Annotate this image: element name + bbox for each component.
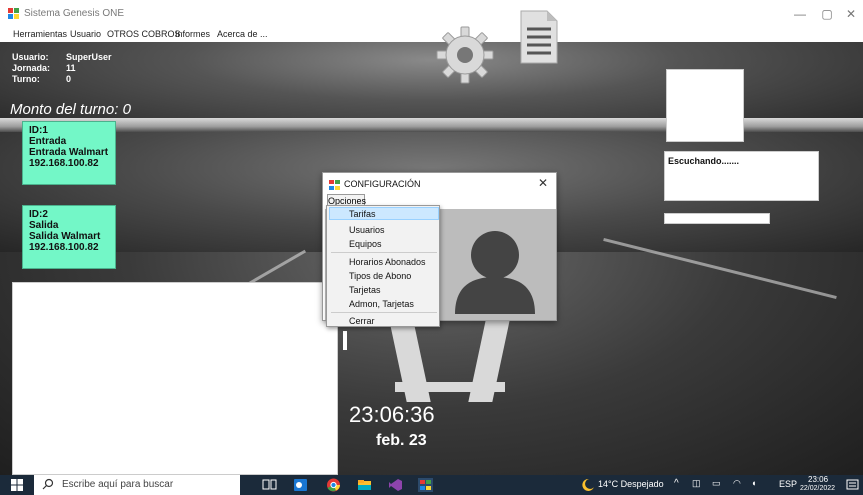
device-type: Entrada (29, 136, 67, 147)
maximize-button[interactable]: ▢ (816, 6, 838, 22)
taskbar-date[interactable]: 22/02/2022 (800, 485, 835, 492)
turno-label: Turno: (12, 74, 40, 84)
taskbar-time[interactable]: 23:06 (808, 475, 828, 484)
close-button[interactable]: ✕ (840, 6, 862, 22)
network-icon[interactable]: ◫ (692, 478, 701, 489)
dropdown-highlight (329, 207, 439, 220)
menu-acerca-de[interactable]: Acerca de ... (217, 29, 268, 39)
outlook-icon[interactable] (293, 478, 308, 492)
menu-item-equipos[interactable]: Equipos (349, 239, 382, 249)
weather-moon-icon (582, 478, 594, 491)
battery-icon[interactable]: ▭ (712, 478, 721, 489)
device-id: ID:1 (29, 125, 48, 136)
menu-informes[interactable]: Informes (175, 29, 210, 39)
title-bar: Sistema Genesis ONE — ▢ ✕ (0, 0, 863, 28)
menu-item-cerrar[interactable]: Cerrar (349, 316, 375, 326)
device-card-entrada[interactable]: ID:1 Entrada Entrada Walmart 192.168.100… (22, 121, 116, 185)
parking-line (395, 382, 505, 392)
document-icon[interactable] (519, 9, 559, 65)
menu-herramientas[interactable]: Herramientas (13, 29, 67, 39)
menu-item-tarifas[interactable]: Tarifas (349, 209, 376, 219)
menu-separator (331, 252, 437, 253)
taskbar: Escribe aquí para buscar 14°C Despejado … (0, 475, 863, 495)
device-name: Salida Walmart (29, 231, 101, 242)
jornada-label: Jornada: (12, 63, 51, 73)
gear-icon[interactable] (435, 25, 495, 85)
device-ip: 192.168.100.82 (29, 242, 99, 253)
user-avatar-icon (455, 231, 535, 314)
wifi-icon[interactable]: ◠ (733, 478, 741, 489)
minimize-button[interactable]: — (789, 6, 811, 22)
language-indicator[interactable]: ESP (779, 479, 797, 489)
usuario-value: SuperUser (66, 52, 112, 62)
jornada-value: 11 (66, 63, 76, 73)
menu-separator (331, 312, 437, 313)
monto-turno: Monto del turno: 0 (10, 101, 131, 118)
weather-text[interactable]: 14°C Despejado (598, 479, 664, 489)
device-ip: 192.168.100.82 (29, 158, 99, 169)
menu-item-tarjetas[interactable]: Tarjetas (349, 285, 381, 295)
status-bar-panel (664, 213, 770, 224)
chrome-icon[interactable] (326, 478, 341, 492)
device-type: Salida (29, 220, 59, 231)
usuario-label: Usuario: (12, 52, 49, 62)
menu-item-admon-tarjetas[interactable]: Admon, Tarjetas (349, 299, 414, 309)
cursor-bar (343, 331, 347, 350)
turno-value: 0 (66, 74, 72, 84)
listener-status: Escuchando....... (668, 156, 740, 166)
windows-start-icon[interactable] (11, 479, 23, 491)
dialog-close-button[interactable]: ✕ (538, 176, 548, 190)
clock-date: feb. 23 (376, 432, 427, 449)
camera-panel (666, 69, 744, 142)
device-card-salida[interactable]: ID:2 Salida Salida Walmart 192.168.100.8… (22, 205, 116, 269)
device-name: Entrada Walmart (29, 147, 109, 158)
app-icon (8, 8, 19, 19)
window-title: Sistema Genesis ONE (24, 8, 125, 19)
menu-bar: Herramientas Usuario OTROS COBROS Inform… (0, 28, 863, 42)
task-view-icon[interactable] (262, 478, 277, 492)
taskbar-search-box[interactable]: Escribe aquí para buscar (34, 475, 240, 495)
genesis-app-icon[interactable] (418, 478, 433, 492)
opciones-dropdown: Tarifas Usuarios Equipos Horarios Abonad… (326, 205, 440, 327)
search-icon (42, 478, 54, 490)
volume-icon[interactable]: ◖ (751, 478, 756, 488)
menu-item-usuarios[interactable]: Usuarios (349, 225, 385, 235)
visual-studio-icon[interactable] (388, 478, 403, 492)
menu-item-tipos-de-abono[interactable]: Tipos de Abono (349, 271, 411, 281)
log-panel[interactable] (12, 282, 338, 475)
menu-usuario[interactable]: Usuario (70, 29, 101, 39)
menu-item-horarios-abonados[interactable]: Horarios Abonados (349, 257, 426, 267)
file-explorer-icon[interactable] (357, 478, 372, 492)
dialog-app-icon (329, 180, 340, 190)
device-id: ID:2 (29, 209, 48, 220)
dialog-title: CONFIGURACIÓN (344, 179, 421, 189)
clock-time: 23:06:36 (349, 402, 435, 427)
menu-otros-cobros[interactable]: OTROS COBROS (107, 29, 181, 39)
chevron-up-icon[interactable]: ^ (674, 478, 679, 489)
listener-panel: Escuchando....... (664, 151, 819, 201)
notification-icon[interactable] (845, 478, 860, 492)
search-placeholder: Escribe aquí para buscar (62, 479, 174, 490)
